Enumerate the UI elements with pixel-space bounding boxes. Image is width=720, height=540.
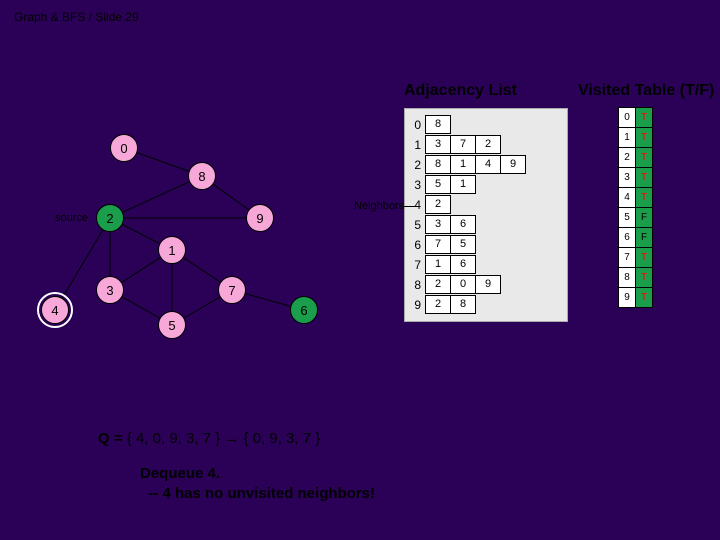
visited-row: 3T	[618, 168, 653, 188]
adjacency-row: 536	[405, 215, 567, 234]
adjacency-row: 351	[405, 175, 567, 194]
graph-node-3: 3	[96, 276, 124, 304]
graph-node-6: 6	[290, 296, 318, 324]
adjacency-row: 1372	[405, 135, 567, 154]
queue-contents: { 4, 0, 9, 3, 7 } → { 0, 9, 3, 7 }	[127, 430, 320, 447]
visited-row: 8T	[618, 268, 653, 288]
adjacency-list-title: Adjacency List	[404, 82, 517, 100]
visited-row: 0T	[618, 108, 653, 128]
adjacency-row: 42	[405, 195, 567, 214]
adjacency-row: 716	[405, 255, 567, 274]
neighbors-label: Neighbors	[354, 200, 404, 212]
visited-row: 2T	[618, 148, 653, 168]
graph-node-9: 9	[246, 204, 274, 232]
graph-node-2: 2	[96, 204, 124, 232]
queue-label: Q =	[98, 430, 123, 447]
step-message-line2: -- 4 has no unvisited neighbors!	[140, 484, 375, 504]
visited-row: 9T	[618, 288, 653, 308]
graph-node-1: 1	[158, 236, 186, 264]
graph-node-0: 0	[110, 134, 138, 162]
visited-row: 5F	[618, 208, 653, 228]
slide-header: Graph & BFS / Slide 29	[14, 10, 139, 24]
adjacency-row: 28149	[405, 155, 567, 174]
adjacency-row: 8209	[405, 275, 567, 294]
source-label: source	[55, 212, 88, 224]
visited-table-title: Visited Table (T/F)	[578, 82, 714, 100]
dequeued-highlight	[37, 292, 73, 328]
adjacency-row: 08	[405, 115, 567, 134]
visited-row: 4T	[618, 188, 653, 208]
step-message-line1: Dequeue 4.	[140, 464, 375, 484]
step-message: Dequeue 4. -- 4 has no unvisited neighbo…	[140, 464, 375, 505]
graph-node-8: 8	[188, 162, 216, 190]
graph-node-5: 5	[158, 311, 186, 339]
neighbors-pointer	[400, 206, 418, 207]
visited-table: 0T1T2T3T4T5F6F7T8T9T	[618, 108, 653, 308]
adjacency-list-image: 08137228149351425366757168209928	[404, 108, 568, 322]
visited-row: 7T	[618, 248, 653, 268]
graph-node-7: 7	[218, 276, 246, 304]
adjacency-row: 928	[405, 295, 567, 314]
graph-edges	[0, 0, 720, 540]
visited-row: 1T	[618, 128, 653, 148]
queue-display: Q = { 4, 0, 9, 3, 7 } → { 0, 9, 3, 7 }	[98, 430, 320, 447]
adjacency-row: 675	[405, 235, 567, 254]
visited-row: 6F	[618, 228, 653, 248]
